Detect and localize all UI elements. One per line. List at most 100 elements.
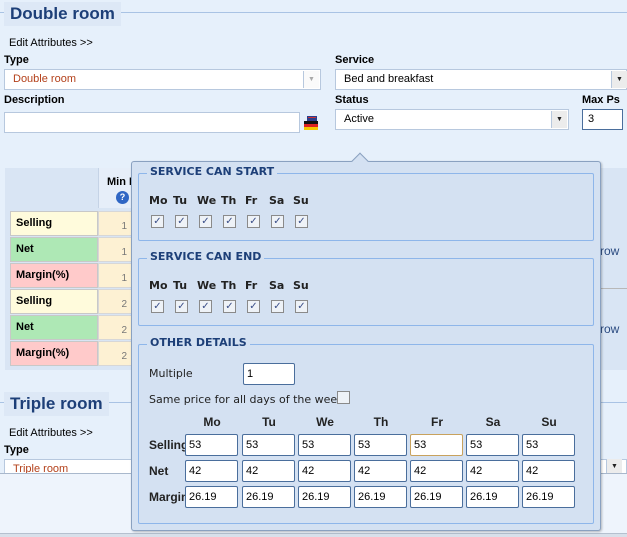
day-checkbox-tu[interactable]: ✓ [175, 300, 188, 313]
price-input-margin-mo[interactable]: 26.19 [185, 486, 238, 508]
service-select-value: Bed and breakfast [344, 73, 434, 85]
day-checkbox-fr[interactable]: ✓ [247, 215, 260, 228]
grid-row-label: Net [10, 315, 98, 340]
price-column-header: Fr [431, 415, 443, 429]
price-column-header: Sa [485, 415, 501, 429]
day-checkbox-sa[interactable]: ✓ [271, 300, 284, 313]
grid-row-value[interactable]: 2 [98, 341, 132, 366]
price-input-net-mo[interactable]: 42 [185, 460, 238, 482]
day-label: We [197, 194, 217, 207]
day-checkbox-we[interactable]: ✓ [199, 300, 212, 313]
price-input-selling-fr[interactable]: 53 [410, 434, 463, 456]
price-input-selling-th[interactable]: 53 [354, 434, 407, 456]
chevron-down-icon[interactable]: ▼ [611, 71, 627, 88]
grid-row-label: Margin(%) [10, 341, 98, 366]
day-checkbox-su[interactable]: ✓ [295, 300, 308, 313]
grid-row-label: Net [10, 237, 98, 262]
status-select-value: Active [344, 113, 374, 125]
price-row-label: Margin [149, 490, 189, 504]
max-ps-input[interactable]: 3 [582, 109, 623, 130]
grid-row-text: row [600, 322, 620, 336]
price-input-margin-th[interactable]: 26.19 [354, 486, 407, 508]
price-input-margin-tu[interactable]: 26.19 [242, 486, 295, 508]
grid-row-label: Selling [10, 211, 98, 236]
status-select[interactable]: Active ▼ [335, 109, 569, 130]
same-price-checkbox[interactable] [337, 391, 350, 404]
language-flag-icon[interactable] [304, 116, 318, 130]
day-checkbox-tu[interactable]: ✓ [175, 215, 188, 228]
price-column-header: We [316, 415, 334, 429]
day-label: Fr [245, 279, 258, 292]
price-input-margin-su[interactable]: 26.19 [522, 486, 575, 508]
day-label: Th [221, 279, 237, 292]
price-row-label: Selling [149, 438, 189, 452]
price-input-net-tu[interactable]: 42 [242, 460, 295, 482]
price-column-header: Th [373, 415, 389, 429]
price-input-margin-we[interactable]: 26.19 [298, 486, 351, 508]
service-can-end-title: SERVICE CAN END [147, 250, 265, 263]
service-can-start-section: SERVICE CAN START Mo Tu We Th Fr Sa Su ✓ ✓ ✓ ✓ ✓ ✓ ✓ [138, 165, 594, 241]
help-icon[interactable]: ? [116, 191, 129, 204]
day-label: Mo [149, 194, 168, 207]
day-label: Sa [269, 194, 285, 207]
price-row-label: Net [149, 464, 169, 478]
type-label: Type [4, 444, 29, 456]
price-input-selling-we[interactable]: 53 [298, 434, 351, 456]
day-label: Tu [173, 279, 188, 292]
day-checkbox-mo[interactable]: ✓ [151, 300, 164, 313]
edit-attributes-link[interactable]: Edit Attributes >> [9, 427, 93, 439]
day-checkbox-th[interactable]: ✓ [223, 215, 236, 228]
multiple-label: Multiple [149, 367, 193, 380]
grid-row-value[interactable]: 1 [98, 237, 132, 262]
grid-row-value[interactable]: 2 [98, 315, 132, 340]
grid-row-text: row [600, 244, 620, 258]
day-label: Fr [245, 194, 258, 207]
triple-room-title: Triple room [4, 392, 109, 416]
day-checkbox-mo[interactable]: ✓ [151, 215, 164, 228]
day-checkbox-we[interactable]: ✓ [199, 215, 212, 228]
edit-attributes-link[interactable]: Edit Attributes >> [9, 37, 93, 49]
grid-row-label: Margin(%) [10, 263, 98, 288]
price-input-margin-sa[interactable]: 26.19 [466, 486, 519, 508]
day-checkbox-th[interactable]: ✓ [223, 300, 236, 313]
day-checkbox-sa[interactable]: ✓ [271, 215, 284, 228]
description-label: Description [4, 94, 65, 106]
day-label: We [197, 279, 217, 292]
grid-row-value[interactable]: 1 [98, 263, 132, 288]
day-label: Su [293, 279, 309, 292]
price-input-net-th[interactable]: 42 [354, 460, 407, 482]
service-select[interactable]: Bed and breakfast ▼ [335, 69, 627, 90]
price-column-header: Mo [203, 415, 221, 429]
popup-pointer [351, 152, 369, 170]
day-label: Th [221, 194, 237, 207]
chevron-down-icon[interactable]: ▼ [551, 111, 567, 128]
price-input-selling-mo[interactable]: 53 [185, 434, 238, 456]
bottom-bar [0, 533, 627, 537]
type-select[interactable]: Double room ▼ [4, 69, 321, 90]
price-input-net-su[interactable]: 42 [522, 460, 575, 482]
price-input-net-fr[interactable]: 42 [410, 460, 463, 482]
price-input-selling-su[interactable]: 53 [522, 434, 575, 456]
price-input-selling-tu[interactable]: 53 [242, 434, 295, 456]
price-input-margin-fr[interactable]: 26.19 [410, 486, 463, 508]
day-label: Mo [149, 279, 168, 292]
price-input-net-we[interactable]: 42 [298, 460, 351, 482]
price-input-net-sa[interactable]: 42 [466, 460, 519, 482]
day-checkbox-su[interactable]: ✓ [295, 215, 308, 228]
grid-row-value[interactable]: 2 [98, 289, 132, 314]
day-label: Su [293, 194, 309, 207]
day-checkbox-fr[interactable]: ✓ [247, 300, 260, 313]
chevron-down-icon[interactable]: ▼ [303, 71, 319, 88]
other-details-title: OTHER DETAILS [147, 336, 250, 349]
multiple-input[interactable]: 1 [243, 363, 295, 385]
service-details-popup: SERVICE CAN START Mo Tu We Th Fr Sa Su ✓ ✓ ✓ ✓ ✓ ✓ ✓… [131, 152, 601, 531]
grid-row-value[interactable]: 1 [98, 211, 132, 236]
other-details-section: OTHER DETAILS Multiple 1 Same price for … [138, 336, 594, 524]
price-input-selling-sa[interactable]: 53 [466, 434, 519, 456]
grid-divider [600, 288, 627, 289]
chevron-down-icon[interactable]: ▼ [606, 459, 622, 473]
max-ps-label: Max Ps [582, 94, 620, 106]
type-select-value: Double room [13, 73, 76, 85]
day-label: Tu [173, 194, 188, 207]
description-input[interactable] [4, 112, 300, 133]
